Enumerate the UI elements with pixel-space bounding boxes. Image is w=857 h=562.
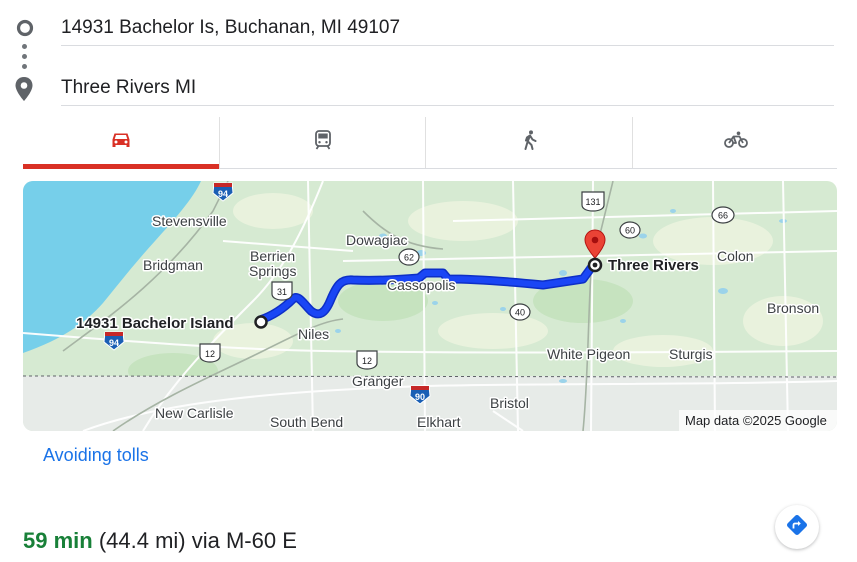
origin-circle-icon <box>16 19 34 37</box>
transit-icon <box>314 130 332 155</box>
place-label: Bridgman <box>143 257 203 273</box>
route-origin-label: 14931 Bachelor Island <box>76 315 234 332</box>
us12-mid-shield: 12 <box>356 350 378 370</box>
place-label: Bristol <box>490 395 529 411</box>
svg-text:12: 12 <box>205 349 215 359</box>
bicycle-icon <box>723 131 748 154</box>
place-label: Colon <box>717 248 754 264</box>
tab-transit[interactable] <box>219 117 426 168</box>
walking-icon <box>522 130 538 155</box>
i94-top-shield: 94 <box>212 182 234 202</box>
us131-shield: 131 <box>581 191 605 212</box>
place-label: Bronson <box>767 300 819 316</box>
i94-bottom-shield: 94 <box>103 331 125 351</box>
car-icon <box>110 131 132 154</box>
place-label: Niles <box>298 326 329 342</box>
place-label: Stevensville <box>152 213 227 229</box>
place-label: Elkhart <box>417 414 461 430</box>
origin-input[interactable]: 14931 Bachelor Is, Buchanan, MI 49107 <box>61 11 834 46</box>
selected-tab-indicator <box>23 164 219 169</box>
svg-text:12: 12 <box>362 356 372 366</box>
place-label: White Pigeon <box>547 346 630 362</box>
route-summary: 59 min (44.4 mi) via M-60 E <box>23 528 297 554</box>
map-attribution: Map data ©2025 Google <box>685 413 827 428</box>
route-distance: (44.4 mi) <box>98 528 186 553</box>
place-label: Springs <box>249 263 296 279</box>
svg-text:40: 40 <box>515 308 525 318</box>
destination-pin-icon <box>14 76 34 102</box>
route-destination-label: Three Rivers <box>608 257 699 274</box>
svg-text:94: 94 <box>109 338 119 348</box>
svg-text:62: 62 <box>404 253 414 263</box>
route-via: via M-60 E <box>191 528 297 553</box>
m62-shield: 62 <box>398 248 420 266</box>
travel-mode-tabs <box>23 117 837 169</box>
svg-text:131: 131 <box>585 197 600 207</box>
route-duration: 59 min <box>23 528 93 553</box>
m60-shield: 60 <box>619 221 641 239</box>
place-label: South Bend <box>270 414 343 430</box>
place-label: Cassopolis <box>387 277 455 293</box>
place-label: Sturgis <box>669 346 713 362</box>
destination-input[interactable]: Three Rivers MI <box>61 71 834 106</box>
svg-text:94: 94 <box>218 189 228 199</box>
svg-text:60: 60 <box>625 226 635 236</box>
avoiding-tolls-link[interactable]: Avoiding tolls <box>43 445 149 466</box>
svg-text:66: 66 <box>718 211 728 221</box>
route-map[interactable]: 94 94 90 131 31 12 12 66 60 62 40 Steven… <box>23 181 837 431</box>
svg-text:90: 90 <box>415 392 425 402</box>
tab-walking[interactable] <box>425 117 633 168</box>
map-destination-pin-icon[interactable] <box>584 229 606 273</box>
us12-left-shield: 12 <box>199 343 221 363</box>
m40-shield: 40 <box>509 303 531 321</box>
us31-shield: 31 <box>271 281 293 301</box>
m66-shield: 66 <box>711 206 735 224</box>
place-label: Granger <box>352 373 404 389</box>
place-label: Berrien <box>250 248 295 264</box>
svg-text:31: 31 <box>277 287 287 297</box>
start-directions-button[interactable] <box>775 505 819 549</box>
route-origin-marker[interactable] <box>254 315 268 329</box>
tab-cycling[interactable] <box>632 117 838 168</box>
tab-driving[interactable] <box>23 117 219 169</box>
directions-arrow-icon <box>785 513 809 542</box>
place-label: Dowagiac <box>346 232 407 248</box>
place-label: New Carlisle <box>155 405 234 421</box>
